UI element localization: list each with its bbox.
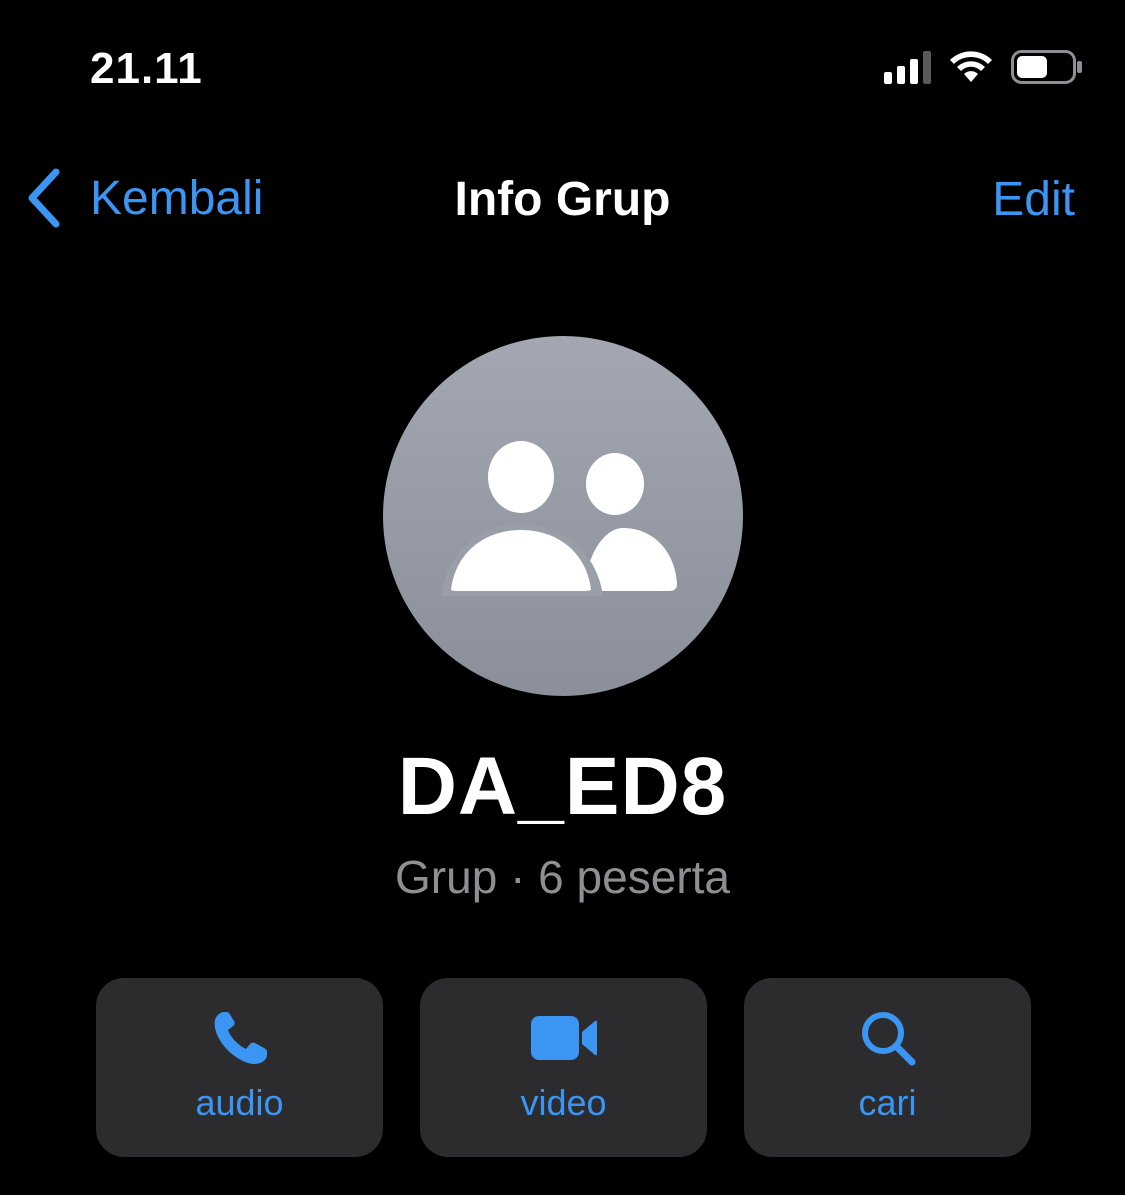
group-avatar[interactable] [383,336,743,696]
page-title: Info Grup [454,173,671,226]
video-call-button[interactable]: video [420,978,707,1157]
battery-icon [1011,50,1083,84]
search-icon [861,1012,915,1066]
group-name: DA_ED8 [397,741,728,832]
search-label: cari [858,1082,917,1123]
phone-icon [214,1012,267,1064]
video-camera-icon [530,1016,597,1060]
wifi-icon [949,50,993,84]
video-label: video [520,1082,607,1123]
group-info-screen: 21.11 Kembali Info Grup Edit DA_ED8 Grup… [0,0,1125,1195]
group-subtitle: Grup · 6 peserta [395,851,730,903]
audio-label: audio [195,1082,284,1123]
edit-button[interactable]: Edit [992,172,1075,227]
group-people-icon [441,441,677,596]
action-buttons: audio video cari [96,978,1031,1157]
signal-icon [884,50,931,84]
status-time: 21.11 [90,44,203,93]
audio-call-button[interactable]: audio [96,978,383,1157]
search-button[interactable]: cari [744,978,1031,1157]
status-icons [884,50,1083,84]
